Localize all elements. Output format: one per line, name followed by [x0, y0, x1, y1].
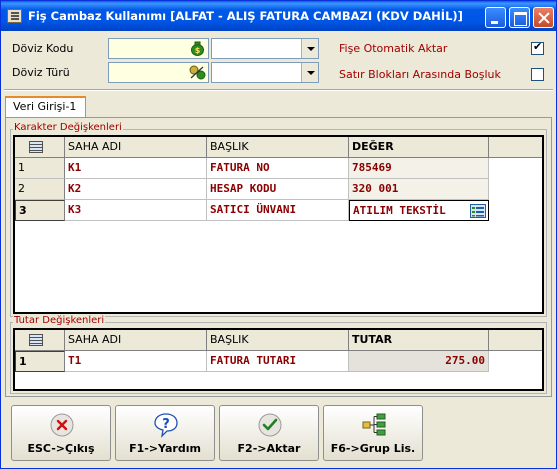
- header-tutar[interactable]: TUTAR: [349, 330, 489, 351]
- group-list-button[interactable]: F6->Grup Lis.: [323, 405, 423, 461]
- transfer-button[interactable]: F2->Aktar: [219, 405, 319, 461]
- help-button[interactable]: ? F1->Yardım: [115, 405, 215, 461]
- tutar-grid[interactable]: SAHA ADI BAŞLIK TUTAR 1 T1 FATURA TUTARI…: [13, 328, 544, 391]
- app-window: Fiş Cambaz Kullanımı [ALFAT - ALIŞ FATUR…: [0, 0, 557, 469]
- header-saha-adi[interactable]: SAHA ADI: [65, 330, 207, 351]
- doviz-kodu-label: Döviz Kodu: [12, 42, 74, 55]
- tutar-group-label: Tutar Değişkenleri: [13, 315, 106, 326]
- deger-cell[interactable]: 785469: [349, 158, 489, 179]
- deger-cell-text: ATILIM TEKSTİL: [353, 204, 446, 217]
- table-row[interactable]: 3 K3 SATICI ÜNVANI ATILIM TEKSTİL: [15, 200, 489, 221]
- header-filler: [489, 330, 542, 351]
- checkmark-icon: [258, 413, 282, 437]
- header-filler: [489, 137, 542, 158]
- svg-text:$: $: [195, 46, 201, 55]
- tab-veri-girisi-1[interactable]: Veri Girişi-1: [5, 96, 86, 117]
- karakter-grid[interactable]: SAHA ADI BAŞLIK DEĞER 1 K1 FATURA NO 785…: [13, 135, 544, 314]
- saha-cell[interactable]: T1: [65, 351, 207, 372]
- doviz-kodu-combo[interactable]: [211, 38, 319, 59]
- deger-cell-selected[interactable]: ATILIM TEKSTİL: [349, 200, 489, 221]
- tutar-header-row: SAHA ADI BAŞLIK TUTAR: [15, 330, 542, 351]
- doviz-turu-field[interactable]: [108, 62, 209, 83]
- table-row[interactable]: 1 K1 FATURA NO 785469: [15, 158, 489, 179]
- header-baslik[interactable]: BAŞLIK: [207, 137, 349, 158]
- saha-cell[interactable]: K1: [65, 158, 207, 179]
- karakter-group-label: Karakter Değişkenleri: [13, 122, 123, 133]
- header-deger[interactable]: DEĞER: [349, 137, 489, 158]
- exit-button[interactable]: ESC->Çıkış: [11, 405, 111, 461]
- grid-menu-icon[interactable]: [29, 141, 43, 153]
- row-number[interactable]: 1: [15, 351, 65, 372]
- baslik-cell[interactable]: FATURA NO: [207, 158, 349, 179]
- currency-exchange-icon[interactable]: [188, 64, 207, 81]
- grid-corner[interactable]: [15, 137, 65, 158]
- group-list-button-label: F6->Grup Lis.: [330, 442, 416, 455]
- maximize-button[interactable]: [509, 7, 530, 28]
- baslik-cell[interactable]: FATURA TUTARI: [207, 351, 349, 372]
- tutar-cell[interactable]: 275.00: [349, 351, 489, 372]
- header-baslik[interactable]: BAŞLIK: [207, 330, 349, 351]
- saha-cell[interactable]: K2: [65, 179, 207, 200]
- window-title: Fiş Cambaz Kullanımı [ALFAT - ALIŞ FATUR…: [28, 9, 463, 23]
- tab-panel: Karakter Değişkenleri SAHA ADI BAŞLIK DE…: [5, 117, 552, 397]
- baslik-cell[interactable]: SATICI ÜNVANI: [207, 200, 349, 221]
- karakter-header-row: SAHA ADI BAŞLIK DEĞER: [15, 137, 542, 158]
- hierarchy-list-icon: [362, 413, 386, 436]
- title-bar[interactable]: Fiş Cambaz Kullanımı [ALFAT - ALIŞ FATUR…: [1, 1, 556, 31]
- doviz-turu-label: Döviz Türü: [12, 66, 70, 79]
- fise-otomatik-aktar-label: Fişe Otomatik Aktar: [339, 42, 448, 55]
- grid-corner[interactable]: [15, 330, 65, 351]
- row-number[interactable]: 3: [15, 200, 65, 221]
- satir-bosluk-checkbox[interactable]: [531, 68, 544, 81]
- doviz-kodu-field[interactable]: $: [108, 38, 209, 59]
- help-icon: ?: [154, 413, 178, 438]
- grid-menu-icon[interactable]: [29, 334, 43, 346]
- chevron-down-icon[interactable]: [301, 39, 318, 58]
- row-number[interactable]: 2: [15, 179, 65, 200]
- close-button[interactable]: [533, 7, 554, 28]
- exit-button-label: ESC->Çıkış: [27, 442, 95, 455]
- form-divider: [4, 89, 553, 91]
- doviz-turu-combo[interactable]: [211, 62, 319, 83]
- help-button-label: F1->Yardım: [129, 442, 201, 455]
- baslik-cell[interactable]: HESAP KODU: [207, 179, 349, 200]
- close-icon: [50, 413, 74, 437]
- function-button-bar: ESC->Çıkış ? F1->Yardım F2->Aktar F6->Gr…: [5, 401, 552, 465]
- saha-cell[interactable]: K3: [65, 200, 207, 221]
- satir-bosluk-label: Satır Blokları Arasında Boşluk: [339, 68, 501, 81]
- app-icon: [7, 9, 22, 23]
- row-number[interactable]: 1: [15, 158, 65, 179]
- transfer-button-label: F2->Aktar: [237, 442, 301, 455]
- minimize-button[interactable]: [485, 7, 506, 28]
- deger-cell[interactable]: 320 001: [349, 179, 489, 200]
- fise-otomatik-aktar-checkbox[interactable]: [531, 40, 544, 55]
- header-saha-adi[interactable]: SAHA ADI: [65, 137, 207, 158]
- table-row[interactable]: 2 K2 HESAP KODU 320 001: [15, 179, 489, 200]
- money-bag-icon[interactable]: $: [188, 40, 207, 57]
- karakter-group: Karakter Değişkenleri SAHA ADI BAŞLIK DE…: [10, 122, 547, 317]
- tutar-group: Tutar Değişkenleri SAHA ADI BAŞLIK TUTAR…: [10, 315, 547, 394]
- lookup-list-icon[interactable]: [470, 204, 486, 218]
- table-row[interactable]: 1 T1 FATURA TUTARI 275.00: [15, 351, 489, 372]
- chevron-down-icon[interactable]: [301, 63, 318, 82]
- svg-text:?: ?: [162, 417, 170, 432]
